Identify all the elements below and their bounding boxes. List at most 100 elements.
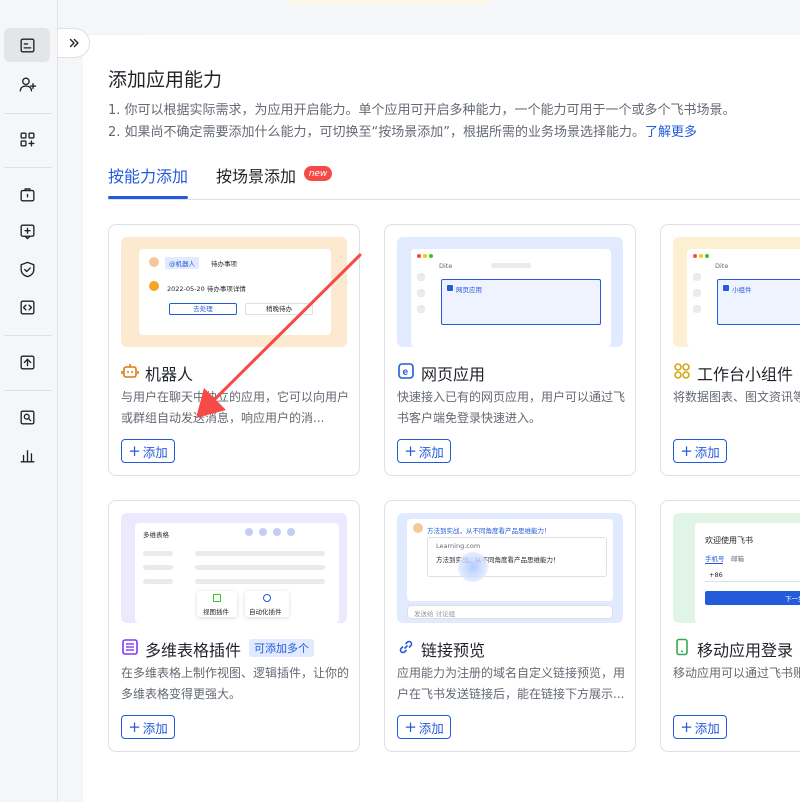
bar-chart-icon	[19, 449, 35, 463]
avatar	[413, 523, 423, 533]
sidebar-item-app-capabilities[interactable]	[4, 122, 50, 156]
bot-handle-button: 去处理	[169, 303, 237, 315]
new-badge: new	[304, 166, 332, 181]
card-title: 机器人	[145, 365, 194, 384]
mobile-phone-icon	[673, 638, 691, 656]
card-description: 将数据图表、图文资讯等添加到工作台。	[673, 390, 800, 404]
sidebar-item-members[interactable]	[4, 67, 50, 101]
bot-task-label: 待办事项	[211, 260, 237, 268]
bot-message-card: @机器人 待办事项 2022-05-20 待办事项详情 去处理 稍晚待办	[139, 249, 331, 335]
widget-preview: Dite 小组件	[673, 237, 800, 347]
plus-icon: +	[404, 441, 417, 460]
add-mobile-login-button[interactable]: + 添加	[673, 715, 727, 739]
card-title: 链接预览	[421, 641, 486, 660]
base-plugin-icon	[121, 638, 139, 656]
web-app-icon: e	[397, 362, 415, 380]
link-preview-card: Learning.com 方法到实战，从不同角度看产品思维能力！	[427, 537, 607, 582]
link-message-input: 发送给 讨论组	[407, 605, 613, 619]
capability-card-bot[interactable]: @机器人 待办事项 2022-05-20 待办事项详情 去处理 稍晚待办 机器人…	[108, 224, 360, 476]
link-body: 方法到实战，从不同角度看产品思维能力！	[436, 556, 560, 564]
learn-more-link[interactable]: 了解更多	[645, 125, 697, 140]
add-web-app-button[interactable]: + 添加	[397, 439, 451, 463]
sidebar-item-basic-info[interactable]	[4, 28, 50, 62]
capability-card-base-plugin[interactable]: 多维表格 视图插件 自动化插件 多维表格插件 可添加多个 在多维表格上制作视图、…	[108, 500, 360, 752]
sidebar-item-release[interactable]	[4, 345, 50, 379]
plus-icon: +	[680, 441, 693, 460]
sidebar-item-logs[interactable]	[4, 400, 50, 434]
link-icon	[397, 638, 415, 656]
sidebar-item-events[interactable]	[4, 214, 50, 248]
description-line-2: 2. 如果尚不确定需要添加什么能力，可切换至“按场景添加”，根据所需的业务场景选…	[108, 121, 697, 140]
plus-icon: +	[128, 717, 141, 736]
card-description: 应用能力为注册的域名自定义链接预览，用户在飞书发送链接后，能在链接下方展示...	[397, 666, 626, 701]
web-app-tab: Dite	[439, 262, 453, 270]
automation-plugin-tile: 自动化插件	[245, 591, 289, 617]
bot-task-date: 2022-05-20 待办事项详情	[167, 285, 246, 293]
login-tab-phone: 手机号	[705, 555, 725, 563]
web-app-panel: 网页应用	[441, 279, 601, 325]
svg-text:e: e	[403, 367, 409, 378]
add-button-label: 添加	[694, 444, 720, 460]
login-title: 欢迎使用飞书	[705, 536, 753, 545]
upload-icon	[19, 354, 35, 370]
top-bar	[60, 0, 800, 10]
widget-window: Dite 小组件	[687, 249, 800, 347]
add-link-preview-button[interactable]: + 添加	[397, 715, 451, 739]
link-chat-window: 方法到实战，从不同角度看产品思维能力！ Learning.com 方法到实战，从…	[407, 519, 613, 601]
card-title: 多维表格插件	[145, 641, 242, 660]
base-table-window: 多维表格 视图插件 自动化插件	[135, 523, 339, 623]
avatar	[149, 257, 159, 267]
doc-list-icon	[19, 37, 35, 53]
multiple-allowed-badge: 可添加多个	[249, 639, 314, 657]
card-description: 在多维表格上制作视图、逻辑插件，让你的多维表格变得更强大。	[121, 666, 350, 701]
add-widget-button[interactable]: + 添加	[673, 439, 727, 463]
apps-add-icon	[19, 131, 35, 147]
sidebar-item-development[interactable]	[4, 290, 50, 324]
tab-divider	[108, 199, 800, 200]
user-add-icon	[19, 76, 36, 92]
add-base-plugin-button[interactable]: + 添加	[121, 715, 175, 739]
capability-card-widget[interactable]: Dite 小组件 工作台小组件 将数据图表、图文资讯等添加到工作台。 +添加	[660, 224, 800, 476]
link-message: 方法到实战，从不同角度看产品思维能力！	[427, 527, 551, 535]
plus-icon: +	[128, 441, 141, 460]
sidebar-item-analytics[interactable]	[4, 438, 50, 472]
sidebar-divider	[4, 167, 52, 168]
bot-preview: @机器人 待办事项 2022-05-20 待办事项详情 去处理 稍晚待办	[121, 237, 347, 347]
add-button-label: 添加	[142, 720, 168, 736]
capability-card-web-app[interactable]: Dite 网页应用 e 网页应用 快速接入已有的网页应用，用户可以通过飞书客户端…	[384, 224, 636, 476]
card-title: 工作台小组件	[697, 365, 794, 384]
plus-icon: +	[404, 717, 417, 736]
login-form: 欢迎使用飞书 手机号 邮箱 +86 下一步	[695, 523, 800, 623]
capability-card-mobile-login[interactable]: 欢迎使用飞书 手机号 邮箱 +86 下一步 移动应用登录 移动应用可以通过飞书账…	[660, 500, 800, 752]
automation-plugin-label: 自动化插件	[249, 608, 282, 616]
card-title: 网页应用	[421, 365, 486, 384]
sidebar-divider	[4, 390, 52, 391]
web-app-window: Dite 网页应用	[411, 249, 611, 347]
base-table-title: 多维表格	[143, 531, 169, 539]
tab-by-capability[interactable]: 按能力添加	[108, 163, 188, 187]
sidebar-item-permissions[interactable]	[4, 177, 50, 211]
login-next-button: 下一步	[705, 591, 800, 605]
login-tab-email: 邮箱	[731, 555, 744, 563]
link-preview-preview: 方法到实战，从不同角度看产品思维能力！ Learning.com 方法到实战，从…	[397, 513, 623, 623]
sidebar	[0, 0, 58, 802]
add-button-label: 添加	[418, 444, 444, 460]
expand-sidebar-button[interactable]	[58, 28, 90, 58]
capability-card-link-preview[interactable]: 方法到实战，从不同角度看产品思维能力！ Learning.com 方法到实战，从…	[384, 500, 636, 752]
link-input-placeholder: 发送给 讨论组	[414, 610, 456, 618]
tab-by-scene[interactable]: 按场景添加	[216, 163, 296, 187]
widget-tab: Dite	[715, 262, 729, 270]
sidebar-divider	[4, 335, 52, 336]
add-button-label: 添加	[694, 720, 720, 736]
sidebar-divider	[4, 113, 52, 114]
description-line-2-text: 2. 如果尚不确定需要添加什么能力，可切换至“按场景添加”，根据所需的业务场景选…	[108, 125, 646, 140]
add-button-label: 添加	[142, 444, 168, 460]
add-bot-button[interactable]: + 添加	[121, 439, 175, 463]
description-line-1: 1. 你可以根据实际需求，为应用开启能力。单个应用可开启多种能力，一个能力可用于…	[108, 103, 736, 118]
view-plugin-tile: 视图插件	[197, 591, 237, 617]
widget-icon	[673, 362, 691, 380]
top-hint	[290, 0, 490, 4]
sidebar-item-security[interactable]	[4, 252, 50, 286]
login-next-label: 下一步	[785, 595, 800, 603]
mobile-login-preview: 欢迎使用飞书 手机号 邮箱 +86 下一步	[673, 513, 800, 623]
